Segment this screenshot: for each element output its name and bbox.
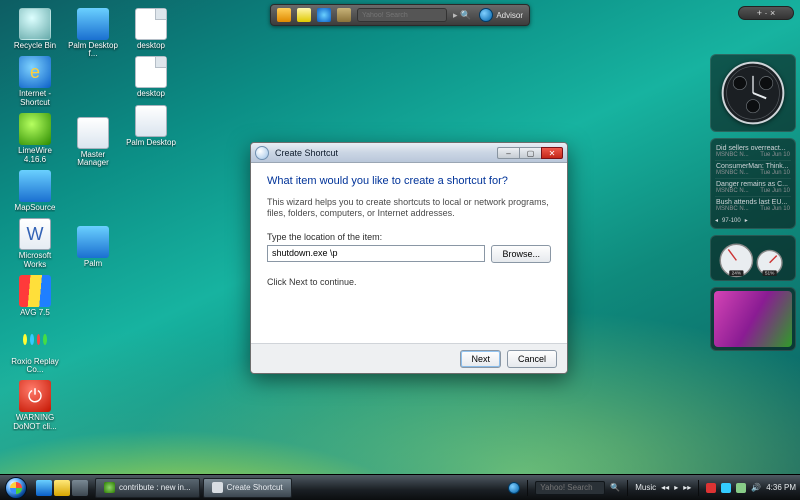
limewire-icon (19, 113, 51, 145)
dialog-hint: Click Next to continue. (267, 277, 551, 287)
palm-icon (77, 8, 109, 40)
file-icon (135, 8, 167, 40)
close-button[interactable]: ✕ (541, 147, 563, 159)
dialog-description: This wizard helps you to create shortcut… (267, 197, 551, 220)
avg-icon (19, 275, 51, 307)
dock-icon-1[interactable] (277, 8, 291, 22)
roxio[interactable]: Roxio Replay Co... (8, 324, 62, 375)
tray-next-icon[interactable]: ▸▸ (683, 483, 691, 492)
file-icon (135, 56, 167, 88)
tray-clock[interactable]: 4:36 PM (766, 483, 796, 492)
recycle-bin-icon (19, 8, 51, 40)
taskbar-button-contribute[interactable]: contribute : new in... (95, 478, 200, 498)
maximize-button[interactable]: ▢ (519, 147, 541, 159)
mapsource-icon (19, 170, 51, 202)
window-title: Create Shortcut (275, 148, 338, 158)
titlebar[interactable]: Create Shortcut – ▢ ✕ (251, 143, 567, 163)
browse-button[interactable]: Browse... (491, 245, 551, 263)
system-tray: 🔍 Music ◂◂ ▸ ▸▸ 🔊 4:36 PM (508, 480, 796, 496)
contribute-icon (104, 482, 115, 493)
chevron-left-icon[interactable]: ◂ (715, 217, 718, 224)
internet-shortcut[interactable]: eInternet - Shortcut (8, 56, 62, 107)
power-icon: ⏻ (19, 380, 51, 412)
dock-icon-4[interactable] (337, 8, 351, 22)
tray-icon[interactable] (721, 483, 731, 493)
sidebar: Did sellers overreact...MSNBC N...Tue Ju… (710, 54, 796, 351)
ql-explorer-icon[interactable] (54, 480, 70, 496)
tray-hp-icon[interactable] (508, 482, 520, 494)
palm[interactable]: Palm (66, 226, 120, 268)
chevron-right-icon[interactable]: ▸ (745, 217, 748, 224)
feed-range: 97-100 (722, 218, 741, 224)
desktop: Recycle Bin eInternet - Shortcut LimeWir… (0, 0, 800, 500)
back-icon[interactable] (255, 146, 269, 160)
slideshow-gadget[interactable] (710, 287, 796, 351)
feed-title: Danger remains as C... (716, 181, 790, 188)
feed-title: ConsumerMan: Think... (716, 163, 790, 170)
avg[interactable]: AVG 7.5 (8, 275, 62, 317)
dialog-heading: What item would you like to create a sho… (267, 175, 551, 187)
mapsource[interactable]: MapSource (8, 170, 62, 212)
works-icon: W (19, 218, 51, 250)
start-button[interactable] (0, 475, 32, 500)
manager-icon (77, 117, 109, 149)
recycle-bin[interactable]: Recycle Bin (8, 8, 62, 50)
sidebar-controls[interactable]: + · × (738, 6, 794, 20)
tray-volume-icon[interactable]: 🔊 (751, 483, 761, 492)
tray-play-icon[interactable]: ▸ (674, 483, 678, 492)
desktop-icons-area: Recycle Bin eInternet - Shortcut LimeWir… (8, 8, 178, 431)
desktop-file-1[interactable]: desktop (124, 8, 178, 50)
svg-text:24%: 24% (732, 271, 742, 277)
tray-search-input[interactable] (535, 481, 605, 495)
dock-globe-icon[interactable] (317, 8, 331, 22)
wizard-icon (212, 482, 223, 493)
dialog-body: What item would you like to create a sho… (251, 163, 567, 343)
master-manager[interactable]: Master Manager (66, 117, 120, 168)
quick-launch (32, 480, 92, 496)
clock-gadget[interactable] (710, 54, 796, 132)
tray-network-icon[interactable] (736, 483, 746, 493)
desktop-file-2[interactable]: desktop (124, 56, 178, 98)
feed-title: Did sellers overreact... (716, 145, 790, 152)
palm-icon (77, 226, 109, 258)
roxio-icon (19, 324, 51, 356)
palm-desktop-2[interactable]: Palm Desktop (124, 105, 178, 147)
warning[interactable]: ⏻WARNING DoNOT cli... (8, 380, 62, 431)
next-button[interactable]: Next (460, 350, 501, 368)
clock-icon (720, 60, 786, 126)
tray-icon[interactable] (706, 483, 716, 493)
limewire[interactable]: LimeWire 4.16.6 (8, 113, 62, 164)
cpu-meter-gadget[interactable]: 24% 51% (710, 235, 796, 281)
taskbar-button-create-shortcut[interactable]: Create Shortcut (203, 478, 292, 498)
windows-orb-icon (5, 477, 27, 499)
ql-ie-icon[interactable] (36, 480, 52, 496)
ql-show-desktop-icon[interactable] (72, 480, 88, 496)
dialog-footer: Next Cancel (251, 343, 567, 373)
meter-icon: 24% 51% (715, 238, 791, 278)
feed-gadget[interactable]: Did sellers overreact...MSNBC N...Tue Ju… (710, 138, 796, 229)
tray-prev-icon[interactable]: ◂◂ (661, 483, 669, 492)
search-go-icon[interactable]: ▸ 🔍 (453, 10, 471, 21)
internet-explorer-icon: e (19, 56, 51, 88)
palm-desktop[interactable]: Palm Desktop f... (66, 8, 120, 59)
dock-search-input[interactable] (357, 8, 447, 22)
slideshow-image (714, 291, 792, 347)
dock-icon-2[interactable] (297, 8, 311, 22)
page-icon (135, 105, 167, 137)
location-input[interactable] (267, 245, 485, 262)
taskbar: contribute : new in... Create Shortcut 🔍… (0, 474, 800, 500)
location-label: Type the location of the item: (267, 232, 551, 242)
svg-text:51%: 51% (765, 271, 775, 277)
cancel-button[interactable]: Cancel (507, 350, 557, 368)
hp-dock: ▸ 🔍 Advisor (270, 4, 530, 26)
create-shortcut-window: Create Shortcut – ▢ ✕ What item would yo… (250, 142, 568, 374)
hp-logo-icon[interactable] (479, 8, 493, 22)
tray-search-icon[interactable]: 🔍 (610, 483, 620, 492)
feed-title: Bush attends last EU... (716, 199, 790, 206)
tray-music-label[interactable]: Music (635, 483, 656, 492)
minimize-button[interactable]: – (497, 147, 519, 159)
advisor-label[interactable]: Advisor (496, 11, 523, 20)
microsoft-works[interactable]: WMicrosoft Works (8, 218, 62, 269)
